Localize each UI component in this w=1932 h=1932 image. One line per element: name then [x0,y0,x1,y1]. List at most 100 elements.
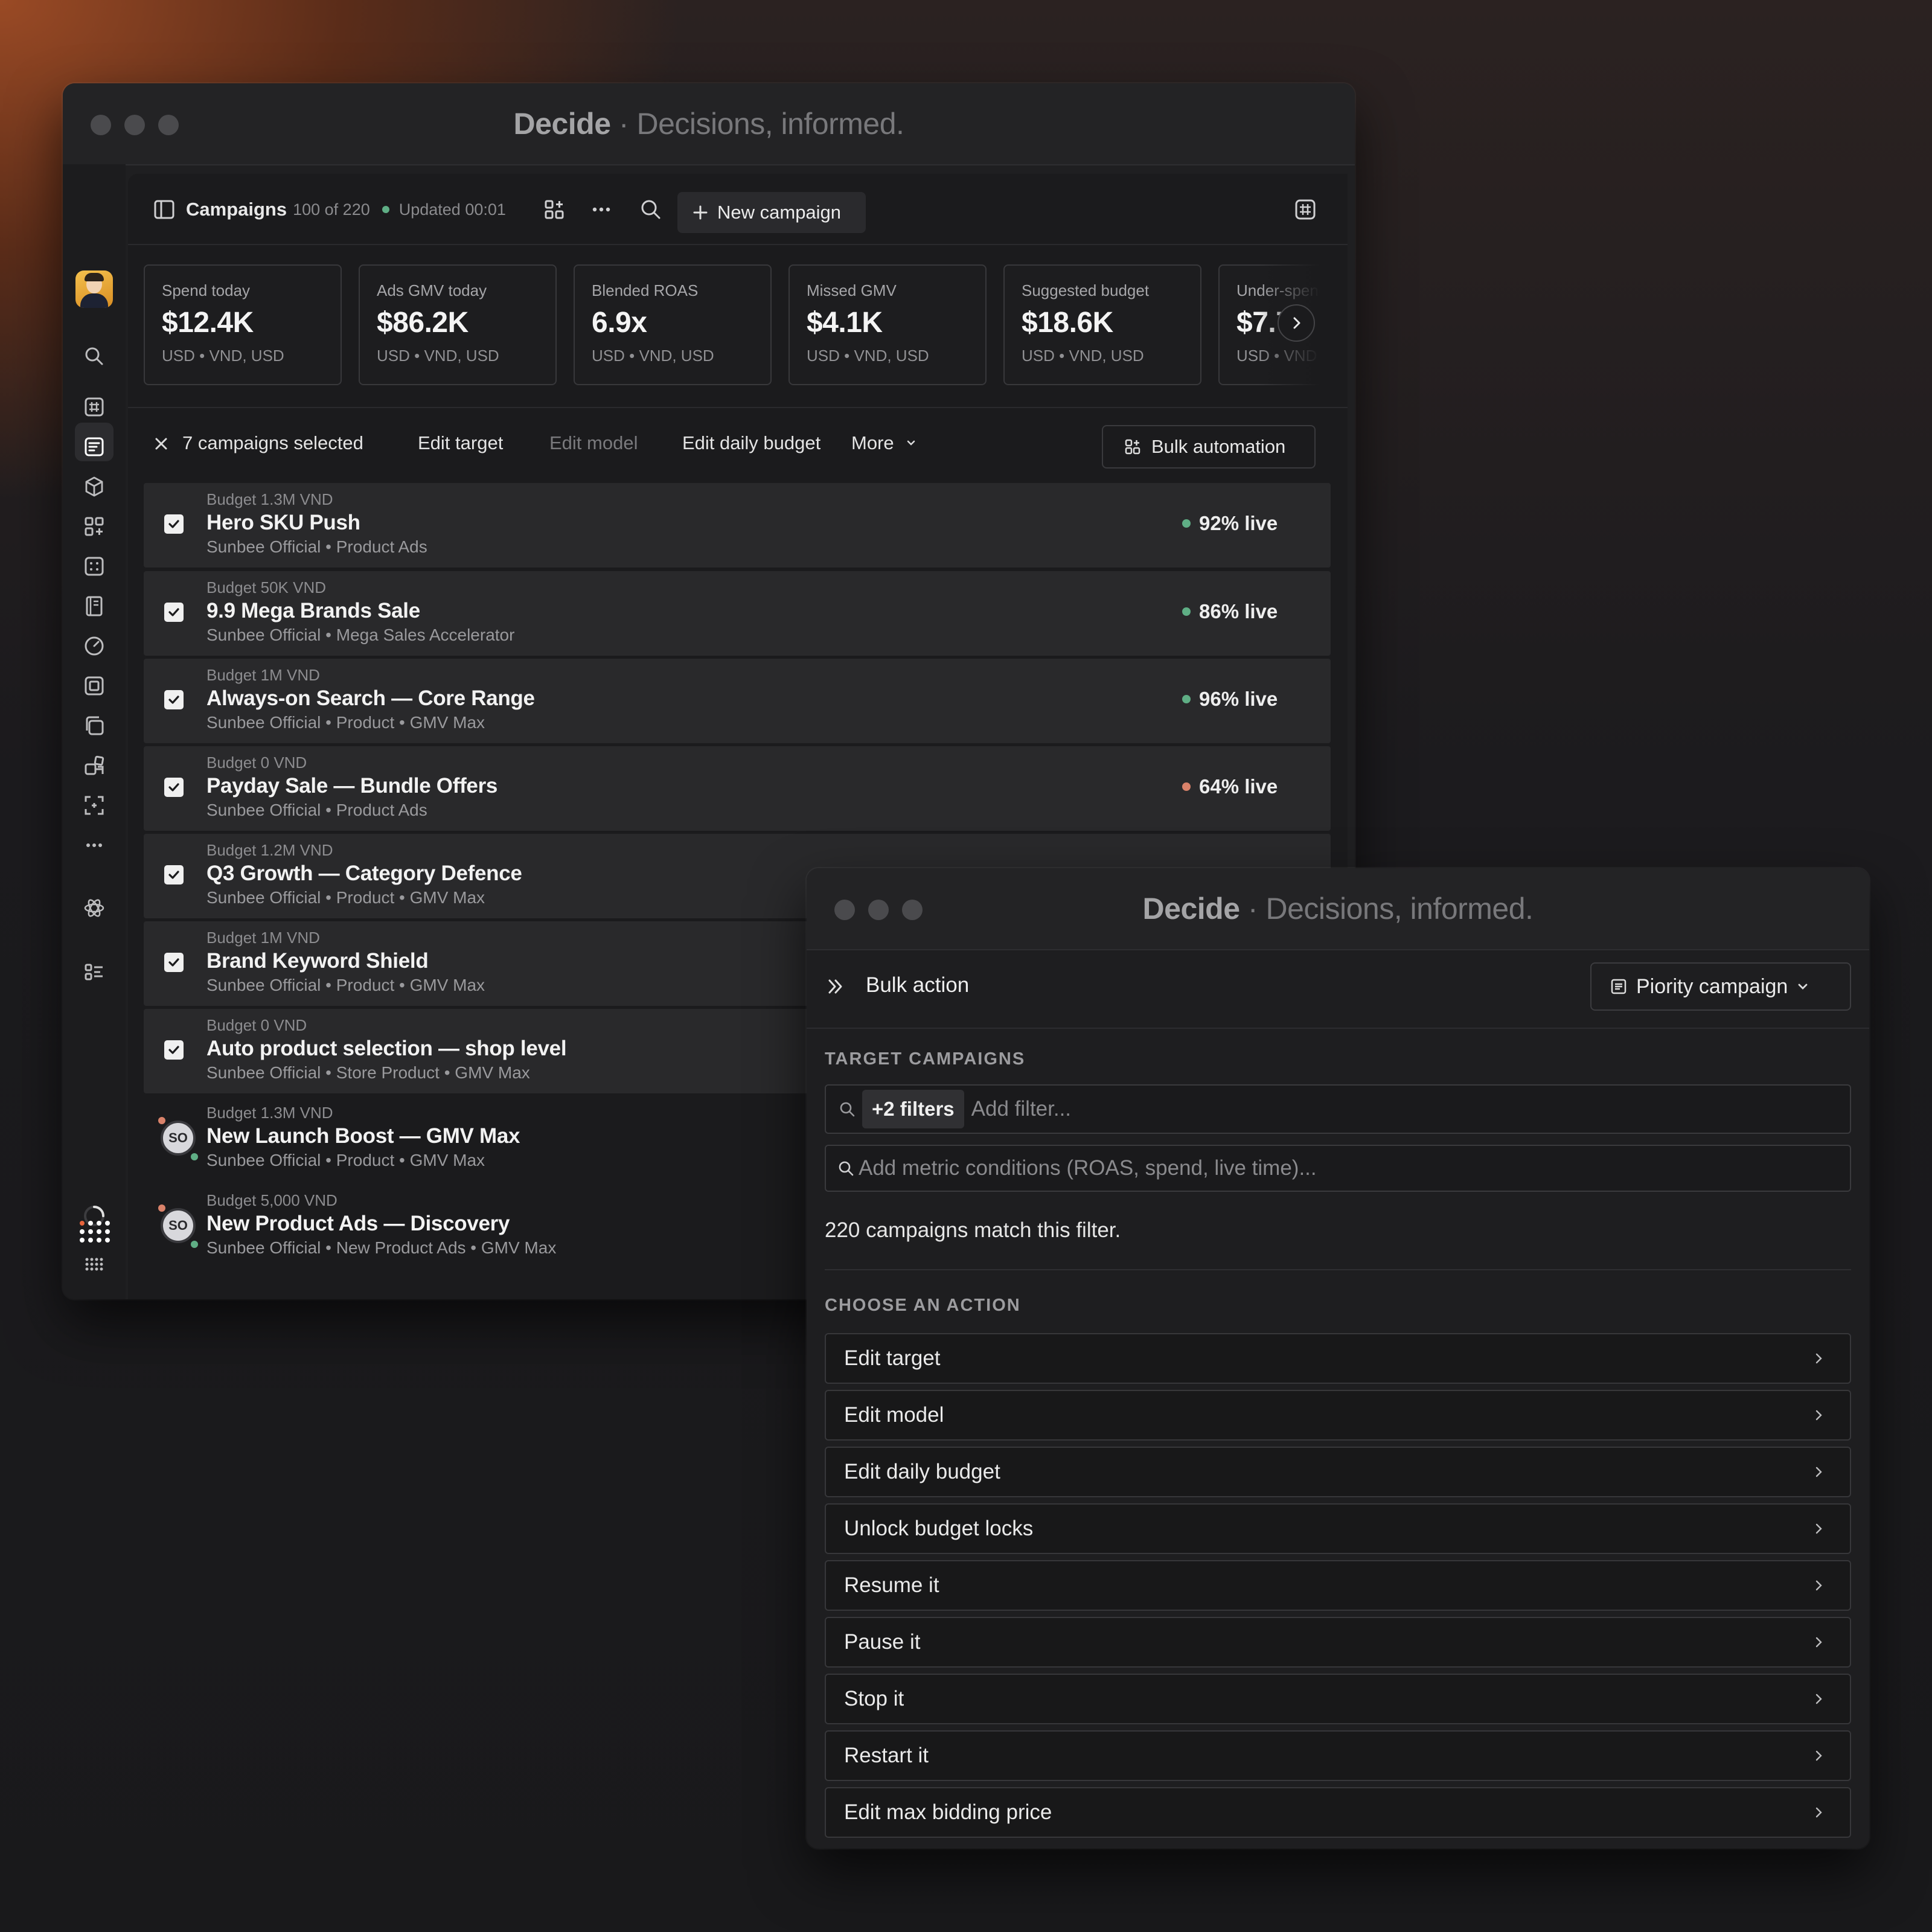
action-unlock-budget-locks[interactable]: Unlock budget locks [825,1503,1851,1554]
campaign-name[interactable]: Always-on Search — Core Range [206,686,535,711]
filter-input[interactable]: +2 filters Add filter... [825,1084,1851,1134]
kpi-value: $12.4K [162,307,254,339]
cube-icon[interactable] [82,475,106,499]
priority-campaign-select[interactable]: Piority campaign [1590,962,1851,1011]
campaign-meta: Sunbee Official • New Product Ads • GMV … [206,1238,557,1257]
updated-time: Updated 00:01 [398,200,506,219]
sidebar-toggle-icon[interactable] [153,196,175,223]
new-campaign-button[interactable]: New campaign [677,192,866,233]
campaign-name[interactable]: New Product Ads — Discovery [206,1212,510,1236]
kpi-sub: USD • VND, USD [162,347,284,365]
campaign-name[interactable]: Hero SKU Push [206,511,360,535]
action-restart[interactable]: Restart it [825,1730,1851,1781]
match-count: 220 campaigns match this filter. [825,1218,1121,1242]
campaign-name[interactable]: New Launch Boost — GMV Max [206,1124,520,1148]
gauge-icon[interactable] [82,634,106,658]
apps-icon[interactable] [82,514,106,539]
live-percent: 92% live [1199,512,1278,534]
chevron-right-icon [1815,1467,1822,1477]
kpi-card[interactable]: Spend today $12.4K USD • VND, USD [144,264,342,385]
campaign-meta: Sunbee Official • Product Ads [206,801,427,819]
action-resume[interactable]: Resume it [825,1560,1851,1611]
campaign-name[interactable]: Payday Sale — Bundle Offers [206,774,497,798]
action-label: Edit daily budget [844,1460,1000,1483]
bulk-header: Bulk action Piority campaign [807,949,1869,1029]
action-edit-target[interactable]: Edit target [825,1333,1851,1384]
hash-board-icon[interactable] [82,395,106,419]
kpi-value: $86.2K [377,307,469,339]
grid-dots-icon[interactable] [82,1252,106,1276]
edit-daily-budget-button[interactable]: Edit daily budget [682,432,820,454]
task-list-icon[interactable] [82,960,106,984]
row-checkbox[interactable] [164,603,184,622]
window-title: Decide · Decisions, informed. [807,891,1869,926]
kpi-card[interactable]: Missed GMV $4.1K USD • VND, USD [788,264,987,385]
edit-model-button[interactable]: Edit model [549,432,638,454]
clear-selection-icon[interactable] [153,435,169,456]
shop-avatar: SO [161,1208,196,1243]
campaigns-nav-icon[interactable] [82,435,106,459]
row-checkbox[interactable] [164,953,184,972]
row-checkbox[interactable] [164,514,184,534]
action-stop[interactable]: Stop it [825,1674,1851,1724]
dashboard-icon[interactable] [82,554,106,578]
collapse-panel-icon[interactable] [825,976,846,1000]
layout-icon[interactable] [542,196,566,223]
campaign-name[interactable]: 9.9 Mega Brands Sale [206,599,420,623]
bulk-automation-button[interactable]: Bulk automation [1102,425,1316,469]
row-checkbox[interactable] [164,865,184,884]
status-dot [191,1153,198,1160]
frame-icon[interactable] [82,674,106,698]
divider [825,1269,1851,1270]
row-checkbox[interactable] [164,690,184,709]
chevron-down-icon [907,440,915,446]
campaign-row[interactable]: Budget 0 VND Payday Sale — Bundle Offers… [144,746,1331,831]
campaign-name[interactable]: Auto product selection — shop level [206,1037,567,1061]
kpi-card[interactable]: Blended ROAS 6.9x USD • VND, USD [574,264,772,385]
action-edit-model[interactable]: Edit model [825,1390,1851,1441]
search-icon[interactable] [82,344,106,368]
kpi-next-button[interactable] [1278,304,1315,342]
atom-icon[interactable] [82,896,106,920]
kpi-value: $4.1K [807,307,883,339]
chevron-right-icon [1815,1807,1822,1818]
more-menu-button[interactable]: More [851,432,917,454]
search-icon[interactable] [639,196,663,223]
action-edit-daily-budget[interactable]: Edit daily budget [825,1447,1851,1497]
app-launcher-icon[interactable] [77,1216,114,1252]
copy-icon[interactable] [82,714,106,738]
action-edit-max-bidding-price[interactable]: Edit max bidding price [825,1787,1851,1838]
kpi-sub: USD • VND, USD [807,347,929,365]
grid-view-icon[interactable] [1293,196,1317,223]
title-separator: · [618,107,629,141]
book-icon[interactable] [82,594,106,618]
widgets-icon[interactable] [82,753,106,778]
search-icon [839,1161,854,1176]
campaigns-toolbar: Campaigns 100 of 220 Updated 00:01 New c… [128,174,1348,245]
campaign-meta: Sunbee Official • Product • GMV Max [206,1151,485,1169]
more-nav-icon[interactable] [82,833,106,857]
campaign-name[interactable]: Q3 Growth — Category Defence [206,862,522,886]
kpi-card[interactable]: Ads GMV today $86.2K USD • VND, USD [359,264,557,385]
kpi-card[interactable]: Suggested budget $18.6K USD • VND, USD [1003,264,1201,385]
scan-icon[interactable] [82,793,106,817]
row-checkbox[interactable] [164,778,184,797]
action-pause[interactable]: Pause it [825,1617,1851,1668]
campaign-row[interactable]: Budget 1.3M VND Hero SKU Push Sunbee Off… [144,483,1331,568]
campaign-meta: Sunbee Official • Product • GMV Max [206,888,485,907]
campaign-row[interactable]: Budget 50K VND 9.9 Mega Brands Sale Sunb… [144,571,1331,656]
more-label: More [851,432,894,453]
campaign-name[interactable]: Brand Keyword Shield [206,949,429,973]
user-avatar[interactable] [75,270,113,308]
status-dot [158,1117,165,1124]
chevron-right-icon [1815,1637,1822,1648]
chevron-right-icon [1293,317,1300,329]
metric-conditions-input[interactable]: Add metric conditions (ROAS, spend, live… [825,1145,1851,1192]
edit-target-button[interactable]: Edit target [418,432,503,454]
filters-chip[interactable]: +2 filters [862,1090,964,1128]
filter-placeholder: Add filter... [971,1097,1072,1121]
campaign-row[interactable]: Budget 1M VND Always-on Search — Core Ra… [144,659,1331,743]
row-checkbox[interactable] [164,1040,184,1060]
more-options-icon[interactable] [589,196,613,223]
campaign-budget: Budget 50K VND [206,578,327,597]
